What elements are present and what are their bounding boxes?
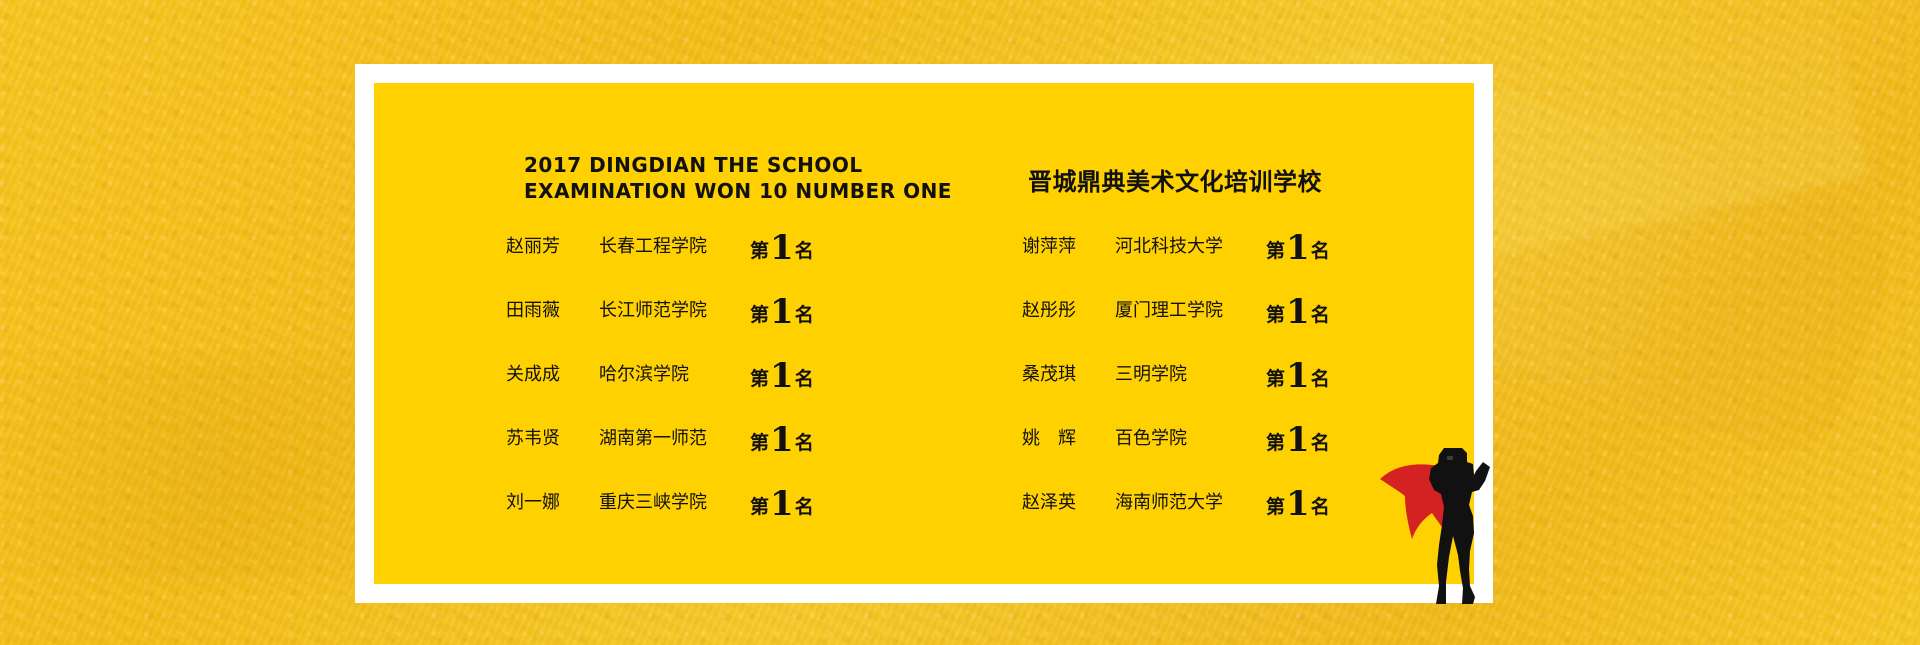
rank-badge: 第 1 名 bbox=[750, 291, 814, 332]
background-highlight bbox=[1431, 0, 1869, 260]
student-name: 赵泽英 bbox=[1022, 492, 1076, 513]
student-name: 姚 辉 bbox=[1022, 428, 1076, 449]
school-name: 哈尔滨学院 bbox=[599, 364, 689, 385]
school-name: 长春工程学院 bbox=[599, 236, 707, 257]
result-row: 苏韦贤 湖南第一师范 第 1 名 bbox=[506, 423, 826, 490]
result-row: 关成成 哈尔滨学院 第 1 名 bbox=[506, 359, 826, 426]
superhero-body bbox=[1429, 448, 1490, 604]
rank-badge: 第 1 名 bbox=[1266, 483, 1330, 524]
school-name: 长江师范学院 bbox=[599, 300, 707, 321]
result-row: 刘一娜 重庆三峡学院 第 1 名 bbox=[506, 487, 826, 554]
rank-badge: 第 1 名 bbox=[750, 483, 814, 524]
rank-prefix: 第 bbox=[1266, 304, 1286, 326]
rank-badge: 第 1 名 bbox=[1266, 291, 1330, 332]
rank-suffix: 名 bbox=[794, 240, 814, 262]
rank-suffix: 名 bbox=[794, 304, 814, 326]
student-name: 苏韦贤 bbox=[506, 428, 560, 449]
poster-frame: 2017 DINGDIAN THE SCHOOL EXAMINATION WON… bbox=[355, 64, 1493, 603]
student-name: 关成成 bbox=[506, 364, 560, 385]
rank-suffix: 名 bbox=[794, 496, 814, 518]
student-name: 田雨薇 bbox=[506, 300, 560, 321]
result-row: 谢萍萍 河北科技大学 第 1 名 bbox=[1022, 231, 1342, 298]
student-name: 刘一娜 bbox=[506, 492, 560, 513]
result-row: 赵丽芳 长春工程学院 第 1 名 bbox=[506, 231, 826, 298]
left-results-column: 赵丽芳 长春工程学院 第 1 名 田雨薇 长江师范学院 第 1 名 关成成 哈尔… bbox=[506, 231, 826, 554]
student-name: 赵丽芳 bbox=[506, 236, 560, 257]
rank-badge: 第 1 名 bbox=[1266, 355, 1330, 396]
school-title: 晋城鼎典美术文化培训学校 bbox=[1028, 168, 1322, 196]
superhero-icon bbox=[1374, 448, 1504, 604]
school-name: 厦门理工学院 bbox=[1115, 300, 1223, 321]
rank-suffix: 名 bbox=[794, 368, 814, 390]
school-name: 重庆三峡学院 bbox=[599, 492, 707, 513]
rank-number: 1 bbox=[770, 484, 794, 524]
rank-prefix: 第 bbox=[1266, 368, 1286, 390]
rank-number: 1 bbox=[1286, 420, 1310, 460]
rank-prefix: 第 bbox=[750, 304, 770, 326]
rank-suffix: 名 bbox=[1310, 368, 1330, 390]
rank-prefix: 第 bbox=[750, 496, 770, 518]
result-row: 田雨薇 长江师范学院 第 1 名 bbox=[506, 295, 826, 362]
school-name: 百色学院 bbox=[1115, 428, 1187, 449]
school-name: 三明学院 bbox=[1115, 364, 1187, 385]
student-name: 赵彤彤 bbox=[1022, 300, 1076, 321]
rank-badge: 第 1 名 bbox=[1266, 227, 1330, 268]
rank-prefix: 第 bbox=[1266, 240, 1286, 262]
rank-number: 1 bbox=[770, 228, 794, 268]
rank-badge: 第 1 名 bbox=[750, 355, 814, 396]
school-name: 河北科技大学 bbox=[1115, 236, 1223, 257]
rank-suffix: 名 bbox=[794, 432, 814, 454]
rank-number: 1 bbox=[770, 292, 794, 332]
english-title: 2017 DINGDIAN THE SCHOOL EXAMINATION WON… bbox=[524, 153, 952, 203]
rank-prefix: 第 bbox=[1266, 496, 1286, 518]
rank-prefix: 第 bbox=[1266, 432, 1286, 454]
rank-prefix: 第 bbox=[750, 368, 770, 390]
rank-suffix: 名 bbox=[1310, 240, 1330, 262]
rank-badge: 第 1 名 bbox=[750, 419, 814, 460]
rank-number: 1 bbox=[1286, 356, 1310, 396]
result-row: 桑茂琪 三明学院 第 1 名 bbox=[1022, 359, 1342, 426]
rank-suffix: 名 bbox=[1310, 496, 1330, 518]
rank-number: 1 bbox=[770, 420, 794, 460]
rank-prefix: 第 bbox=[750, 240, 770, 262]
result-row: 姚 辉 百色学院 第 1 名 bbox=[1022, 423, 1342, 490]
rank-badge: 第 1 名 bbox=[750, 227, 814, 268]
student-name: 桑茂琪 bbox=[1022, 364, 1076, 385]
school-name: 海南师范大学 bbox=[1115, 492, 1223, 513]
rank-prefix: 第 bbox=[750, 432, 770, 454]
rank-suffix: 名 bbox=[1310, 304, 1330, 326]
rank-number: 1 bbox=[1286, 292, 1310, 332]
rank-suffix: 名 bbox=[1310, 432, 1330, 454]
rank-number: 1 bbox=[1286, 228, 1310, 268]
result-row: 赵彤彤 厦门理工学院 第 1 名 bbox=[1022, 295, 1342, 362]
student-name: 谢萍萍 bbox=[1022, 236, 1076, 257]
results-panel: 2017 DINGDIAN THE SCHOOL EXAMINATION WON… bbox=[374, 83, 1474, 584]
rank-number: 1 bbox=[1286, 484, 1310, 524]
school-name: 湖南第一师范 bbox=[599, 428, 707, 449]
rank-number: 1 bbox=[770, 356, 794, 396]
rank-badge: 第 1 名 bbox=[1266, 419, 1330, 460]
result-row: 赵泽英 海南师范大学 第 1 名 bbox=[1022, 487, 1342, 554]
right-results-column: 谢萍萍 河北科技大学 第 1 名 赵彤彤 厦门理工学院 第 1 名 桑茂琪 三明… bbox=[1022, 231, 1342, 554]
